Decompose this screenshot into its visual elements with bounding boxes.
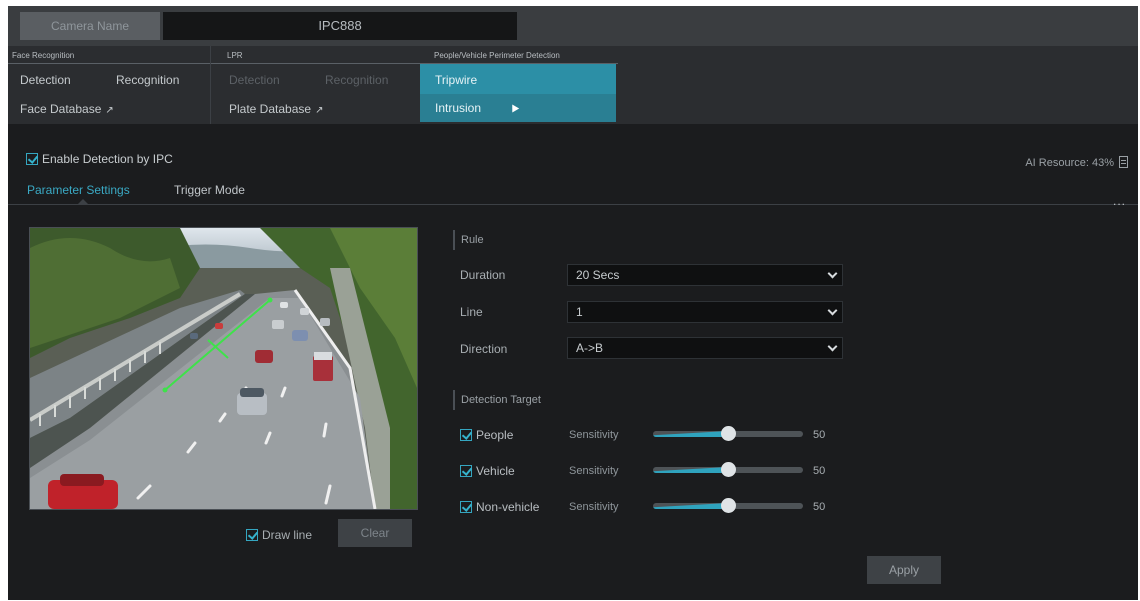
camera-header: Camera Name IPC888	[8, 6, 1138, 46]
draw-line-label: Draw line	[262, 527, 313, 542]
tripwire-item[interactable]: Tripwire	[420, 66, 616, 94]
people-sensitivity-value: 50	[813, 429, 826, 441]
clear-button[interactable]: Clear	[338, 519, 412, 547]
slider-thumb[interactable]	[721, 498, 736, 513]
lpr-detection-item[interactable]: Detection	[229, 73, 280, 87]
enable-detection-checkbox[interactable]: Enable Detection by IPC	[26, 151, 173, 166]
people-label: People	[476, 427, 514, 442]
checkbox-checked-icon	[246, 528, 258, 541]
vehicle-sensitivity-value: 50	[813, 465, 826, 477]
direction-label: Direction	[460, 342, 508, 356]
people-checkbox[interactable]: People	[460, 427, 513, 442]
lpr-recognition-item[interactable]: Recognition	[325, 73, 388, 87]
duration-label: Duration	[460, 268, 506, 282]
non-vehicle-sensitivity-label: Sensitivity	[569, 501, 619, 513]
duration-value: 20 Secs	[576, 268, 620, 282]
chevron-down-icon	[827, 305, 838, 316]
more-icon[interactable]: ...	[1113, 194, 1126, 208]
plate-database-label: Plate Database	[229, 102, 312, 116]
tab-parameter-settings[interactable]: Parameter Settings	[27, 183, 130, 197]
tab-trigger-mode[interactable]: Trigger Mode	[174, 183, 245, 197]
camera-name-select[interactable]: IPC888	[163, 12, 517, 40]
smart-detection-window: Camera Name IPC888 Face Recognition Dete…	[8, 6, 1138, 600]
face-recognition-group: Face Recognition Detection Recognition F…	[8, 46, 210, 124]
face-database-item[interactable]: Face Database ↗	[20, 102, 114, 116]
people-sensitivity-slider[interactable]	[653, 426, 803, 441]
checkbox-checked-icon	[460, 428, 472, 441]
mouse-cursor-icon	[508, 102, 520, 113]
detection-target-title: Detection Target	[453, 390, 541, 410]
face-recognition-item[interactable]: Recognition	[116, 73, 179, 87]
intrusion-label: Intrusion	[435, 101, 482, 115]
face-recognition-title: Face Recognition	[8, 48, 210, 64]
people-sensitivity-label: Sensitivity	[569, 429, 619, 441]
ai-resource-text: AI Resource: 43%	[1025, 157, 1114, 169]
external-link-icon: ↗	[105, 105, 114, 116]
function-menu: Face Recognition Detection Recognition F…	[8, 46, 1138, 124]
intrusion-item[interactable]: Intrusion	[420, 94, 616, 122]
lpr-group: LPR Detection Recognition Plate Database…	[210, 46, 421, 124]
vehicle-checkbox[interactable]: Vehicle	[460, 463, 515, 478]
checkbox-checked-icon	[26, 152, 38, 165]
vehicle-sensitivity-label: Sensitivity	[569, 465, 619, 477]
rule-section-title: Rule	[453, 230, 484, 250]
document-icon[interactable]	[1119, 156, 1128, 168]
perimeter-detection-title: People/Vehicle Perimeter Detection	[420, 48, 618, 64]
perimeter-dropdown: Tripwire Intrusion	[420, 64, 616, 122]
slider-thumb[interactable]	[721, 462, 736, 477]
external-link-icon: ↗	[315, 105, 324, 116]
checkbox-checked-icon	[460, 464, 472, 477]
line-label: Line	[460, 305, 483, 319]
camera-name-label: Camera Name	[20, 12, 160, 40]
slider-thumb[interactable]	[721, 426, 736, 441]
line-select[interactable]: 1	[567, 301, 843, 323]
face-database-label: Face Database	[20, 102, 102, 116]
perimeter-detection-group: People/Vehicle Perimeter Detection Tripw…	[420, 46, 618, 124]
non-vehicle-sensitivity-value: 50	[813, 501, 826, 513]
chevron-down-icon	[827, 268, 838, 279]
chevron-down-icon	[827, 341, 838, 352]
non-vehicle-sensitivity-slider[interactable]	[653, 498, 803, 513]
non-vehicle-checkbox[interactable]: Non-vehicle	[460, 499, 539, 514]
plate-database-item[interactable]: Plate Database ↗	[229, 102, 323, 116]
vehicle-label: Vehicle	[476, 463, 515, 478]
camera-preview[interactable]	[29, 227, 418, 510]
line-value: 1	[576, 305, 583, 319]
apply-button[interactable]: Apply	[867, 556, 941, 584]
vehicle-sensitivity-slider[interactable]	[653, 462, 803, 477]
highway-scene-image	[30, 228, 417, 509]
non-vehicle-label: Non-vehicle	[476, 499, 540, 514]
face-detection-item[interactable]: Detection	[20, 73, 71, 87]
lpr-title: LPR	[211, 48, 421, 64]
draw-line-checkbox[interactable]: Draw line	[246, 527, 312, 542]
tab-divider	[8, 204, 1138, 205]
direction-value: A->B	[576, 341, 604, 355]
direction-select[interactable]: A->B	[567, 337, 843, 359]
enable-detection-label: Enable Detection by IPC	[42, 151, 173, 166]
active-tab-indicator	[78, 199, 88, 204]
duration-select[interactable]: 20 Secs	[567, 264, 843, 286]
checkbox-checked-icon	[460, 500, 472, 513]
